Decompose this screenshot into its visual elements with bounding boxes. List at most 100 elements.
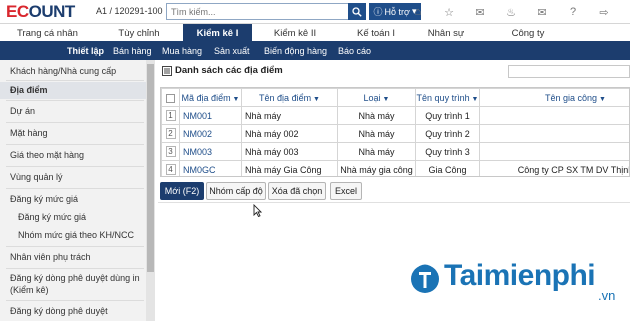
subnav-bao-cao[interactable]: Báo cáo	[338, 43, 371, 60]
tab-kiem-ke-2[interactable]: Kiểm kê II	[252, 24, 338, 43]
outsource-name	[479, 142, 629, 161]
excel-button[interactable]: Excel	[330, 182, 362, 200]
subnav-bien-dong-hang[interactable]: Biến động hàng	[264, 43, 327, 60]
col-header-process[interactable]: Tên quy trình ▼	[415, 88, 480, 107]
subnav-san-xuat[interactable]: Sản xuất	[214, 43, 250, 60]
process-name: Quy trình 3	[415, 142, 480, 161]
col-header-type[interactable]: Loại ▼	[337, 88, 416, 107]
location-name: Nhà máy	[241, 106, 338, 125]
bell-icon[interactable]: ♨	[503, 4, 519, 20]
sidebar-subitem-dang-ky-muc-gia[interactable]: Đăng ký mức giá	[0, 210, 146, 224]
sort-down-icon: ▼	[380, 95, 390, 103]
page-title-wrap: Danh sách các địa điểm	[162, 65, 283, 76]
select-all-cell[interactable]	[161, 88, 180, 107]
sidebar-item-khach-hang[interactable]: Khách hàng/Nhà cung cấp	[0, 64, 146, 78]
list-icon	[162, 65, 172, 76]
sidebar-item-vung-quan-ly[interactable]: Vùng quản lý	[0, 170, 146, 184]
level-group-button[interactable]: Nhóm cấp độ	[206, 182, 266, 200]
list-search-input[interactable]	[508, 65, 630, 78]
taimienphi-logo-icon	[411, 264, 439, 293]
star-icon[interactable]: ☆	[441, 4, 457, 20]
tab-trang-ca-nhan[interactable]: Trang cá nhân	[0, 24, 95, 43]
tab-ke-toan-1[interactable]: Kế toán I	[338, 24, 414, 43]
table-row[interactable]: 2 NM002 Nhà máy 002 Nhà máy Quy trình 2	[161, 124, 629, 143]
col-header-name[interactable]: Tên địa điểm ▼	[241, 88, 338, 107]
help-icon[interactable]: ?	[565, 4, 581, 20]
search-input[interactable]	[167, 4, 348, 19]
location-type: Nhà máy	[337, 106, 416, 125]
divider	[6, 100, 144, 101]
mouse-cursor-icon	[253, 203, 263, 219]
location-code-link[interactable]: NM0GC	[179, 160, 242, 176]
sidebar-subitem-nhom-muc-gia[interactable]: Nhóm mức giá theo KH/NCC	[0, 228, 146, 242]
sidebar-item-du-an[interactable]: Dự án	[0, 104, 146, 118]
divider	[6, 80, 144, 81]
sidebar-item-dang-ky-muc-gia[interactable]: Đăng ký mức giá	[0, 192, 146, 206]
col-header-outsource[interactable]: Tên gia công ▼	[479, 88, 629, 107]
row-number: 2	[161, 124, 180, 143]
sidebar-item-phe-duyet-in-sub[interactable]: (Kiểm kê)	[0, 284, 146, 297]
divider	[6, 246, 144, 247]
search-button[interactable]	[348, 3, 366, 20]
table-row[interactable]: 1 NM001 Nhà máy Nhà máy Quy trình 1	[161, 106, 629, 125]
home-icon[interactable]: ⌂	[410, 4, 426, 20]
col-header-code[interactable]: Mã địa điểm ▼	[179, 88, 242, 107]
locations-table: Mã địa điểm ▼ Tên địa điểm ▼ Loại ▼ Tên …	[161, 88, 629, 176]
sidebar-item-nhan-vien-phu-trach[interactable]: Nhân viên phụ trách	[0, 250, 146, 264]
location-code-link[interactable]: NM002	[179, 124, 242, 143]
location-name: Nhà máy 002	[241, 124, 338, 143]
tab-nhan-su[interactable]: Nhân sự	[414, 24, 478, 43]
divider	[6, 268, 144, 269]
watermark-suffix: .vn	[598, 288, 616, 303]
location-type: Nhà máy gia công	[337, 160, 416, 176]
new-button[interactable]: Mới (F2)	[160, 182, 204, 200]
tab-tuy-chinh[interactable]: Tùy chỉnh	[95, 24, 183, 43]
tab-kiem-ke-1[interactable]: Kiểm kê I	[183, 24, 252, 43]
select-all-checkbox[interactable]	[166, 93, 175, 103]
sort-down-icon: ▼	[311, 95, 320, 103]
taimienphi-watermark: Taimienphi .vn	[408, 254, 628, 318]
subnav-thiet-lap[interactable]: Thiết lập	[67, 43, 104, 60]
delete-selected-button[interactable]: Xóa đã chọn	[268, 182, 326, 200]
ecount-logo[interactable]: ECOUNT	[6, 2, 75, 22]
action-button-bar: Mới (F2) Nhóm cấp độ Xóa đã chọn Excel	[158, 180, 630, 203]
sidebar: Khách hàng/Nhà cung cấp Địa điểm Dự án M…	[0, 60, 155, 321]
table-row[interactable]: 3 NM003 Nhà máy 003 Nhà máy Quy trình 3	[161, 142, 629, 161]
main-nav: Trang cá nhân Tùy chỉnh Kiểm kê I Kiểm k…	[0, 24, 630, 43]
sidebar-item-gia-theo-mat-hang[interactable]: Giá theo mặt hàng	[0, 148, 146, 162]
process-name: Quy trình 1	[415, 106, 480, 125]
search-field[interactable]	[166, 3, 349, 20]
sub-nav: Thiết lập Bán hàng Mua hàng Sản xuất Biế…	[0, 43, 630, 60]
locations-table-wrap: Mã địa điểm ▼ Tên địa điểm ▼ Loại ▼ Tên …	[160, 87, 630, 177]
mail-icon[interactable]: ✉	[534, 4, 550, 20]
sidebar-item-dang-ky-phe-duyet[interactable]: Đăng ký dòng phê duyệt	[0, 304, 146, 318]
help-circle-icon: ⓘ	[373, 7, 383, 17]
location-code-link[interactable]: NM001	[179, 106, 242, 125]
sidebar-scrollbar-thumb[interactable]	[147, 64, 154, 272]
process-name: Quy trình 2	[415, 124, 480, 143]
table-header-row: Mã địa điểm ▼ Tên địa điểm ▼ Loại ▼ Tên …	[161, 88, 629, 107]
tab-cong-ty[interactable]: Công ty	[478, 24, 578, 43]
account-id[interactable]: A1 / 120291-100	[96, 6, 163, 16]
outsource-name	[479, 124, 629, 143]
row-number: 3	[161, 142, 180, 161]
sort-down-icon: ▼	[597, 95, 606, 103]
location-name: Nhà máy Gia Công	[241, 160, 338, 176]
outsource-name: Công ty CP SX TM DV Thịnh	[479, 160, 629, 176]
location-code-link[interactable]: NM003	[179, 142, 242, 161]
page-title: Danh sách các địa điểm	[175, 65, 283, 76]
subnav-mua-hang[interactable]: Mua hàng	[162, 43, 202, 60]
location-type: Nhà máy	[337, 142, 416, 161]
location-type: Nhà máy	[337, 124, 416, 143]
row-number: 4	[161, 160, 180, 176]
chat-icon[interactable]: ✉	[472, 4, 488, 20]
process-name: Gia Công	[415, 160, 480, 176]
divider	[6, 144, 144, 145]
subnav-ban-hang[interactable]: Bán hàng	[113, 43, 152, 60]
table-row[interactable]: 4 NM0GC Nhà máy Gia Công Nhà máy gia côn…	[161, 160, 629, 176]
logout-icon[interactable]: ⇨	[596, 4, 612, 20]
sidebar-item-dia-diem[interactable]: Địa điểm	[0, 82, 146, 99]
help-label: Hỗ trợ	[384, 6, 410, 17]
divider	[6, 122, 144, 123]
sidebar-item-mat-hang[interactable]: Mặt hàng	[0, 126, 146, 140]
